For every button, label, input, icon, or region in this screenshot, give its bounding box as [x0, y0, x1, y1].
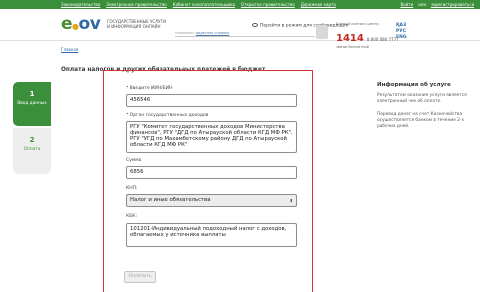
- low-vision-mode-link[interactable]: Перейти в режим для слабовидящих: [252, 23, 348, 29]
- lang-eng[interactable]: ENG: [396, 35, 407, 40]
- nav-link-egov[interactable]: Электронное правительство: [106, 2, 167, 7]
- auth-links: Войти или зарегистрироваться: [400, 0, 474, 9]
- step-data-entry[interactable]: 1 Ввод данных: [13, 82, 51, 126]
- nav-link-legislation[interactable]: Законодательство: [61, 2, 100, 7]
- iin-field[interactable]: 456546: [126, 94, 297, 107]
- site-header: e●ov ГОСУДАРСТВЕННЫЕ УСЛУГИ И ИНФОРМАЦИЯ…: [0, 9, 480, 49]
- nav-link-taxpayer-cabinet[interactable]: Кабинет налогоплательщика: [173, 2, 235, 7]
- contact-label: Единый контакт-центр: [336, 22, 379, 26]
- service-info-panel: Информация об услуге Результатом оказани…: [377, 82, 469, 137]
- iin-label: * Введите ИИН/БИН: [126, 86, 173, 91]
- site-tagline: ГОСУДАРСТВЕННЫЕ УСЛУГИ И ИНФОРМАЦИЯ ОНЛА…: [107, 19, 167, 29]
- language-switcher: ҚАЗ РУС ENG: [396, 23, 407, 40]
- lang-kaz[interactable]: ҚАЗ: [396, 23, 407, 28]
- dropdown-caret-icon: ⬍: [289, 198, 293, 203]
- search-hint-link[interactable]: адресная справка: [196, 31, 229, 35]
- eye-icon: [252, 23, 258, 27]
- contact-free-note: звонок бесплатный: [336, 45, 369, 49]
- contact-alt-number: 8 800 080 7777: [366, 37, 399, 42]
- login-link[interactable]: Войти: [400, 2, 413, 7]
- organ-label: * Орган государственных доходов: [126, 113, 209, 118]
- contact-center: Единый контакт-центр 1414 8 800 080 7777 …: [336, 22, 399, 49]
- top-nav-bar: Законодательство Электронное правительст…: [0, 0, 480, 9]
- contact-number: 1414: [336, 33, 364, 44]
- search-hint: Например: адресная справка: [175, 31, 230, 35]
- step-label: Ввод данных: [17, 101, 47, 106]
- egov-logo[interactable]: e●ov: [61, 14, 101, 34]
- step-label: Оплата: [23, 147, 41, 152]
- lang-rus[interactable]: РУС: [396, 29, 407, 34]
- search-input[interactable]: Например: адресная справка: [175, 29, 315, 37]
- service-info-title: Информация об услуге: [377, 82, 451, 88]
- knp-select[interactable]: Налог и иные обязательства ⬍: [126, 194, 297, 207]
- phone-icon: [316, 25, 328, 39]
- pay-button[interactable]: Оплатить: [124, 271, 156, 283]
- sum-label: Сумма: [126, 158, 142, 163]
- step-indicator: 1 Ввод данных 2 Оплата: [13, 82, 51, 174]
- or-text: или: [418, 2, 426, 7]
- sum-field[interactable]: 6856: [126, 166, 297, 179]
- kbk-field[interactable]: 101201-Индивидуальный подоходный налог с…: [126, 223, 297, 247]
- top-nav-links: Законодательство Электронное правительст…: [61, 0, 336, 9]
- step-payment[interactable]: 2 Оплата: [13, 128, 51, 174]
- service-info-transfer: Перевод денег на счет Казначейства осуще…: [377, 112, 465, 129]
- organ-field[interactable]: РГУ "Комитет государственных доходов Мин…: [126, 121, 297, 153]
- step-number: 2: [29, 136, 35, 144]
- nav-link-roadmap[interactable]: Дорожная карта: [301, 2, 336, 7]
- kbk-label: КБК:: [126, 214, 137, 219]
- service-info-result: Результатом оказания услуги является эле…: [377, 93, 467, 104]
- step-number: 1: [29, 90, 35, 98]
- knp-label: КНП:: [126, 186, 138, 191]
- breadcrumb-home[interactable]: Главная: [61, 47, 78, 52]
- register-link[interactable]: зарегистрироваться: [431, 2, 474, 7]
- nav-link-open-gov[interactable]: Открытое правительство: [241, 2, 295, 7]
